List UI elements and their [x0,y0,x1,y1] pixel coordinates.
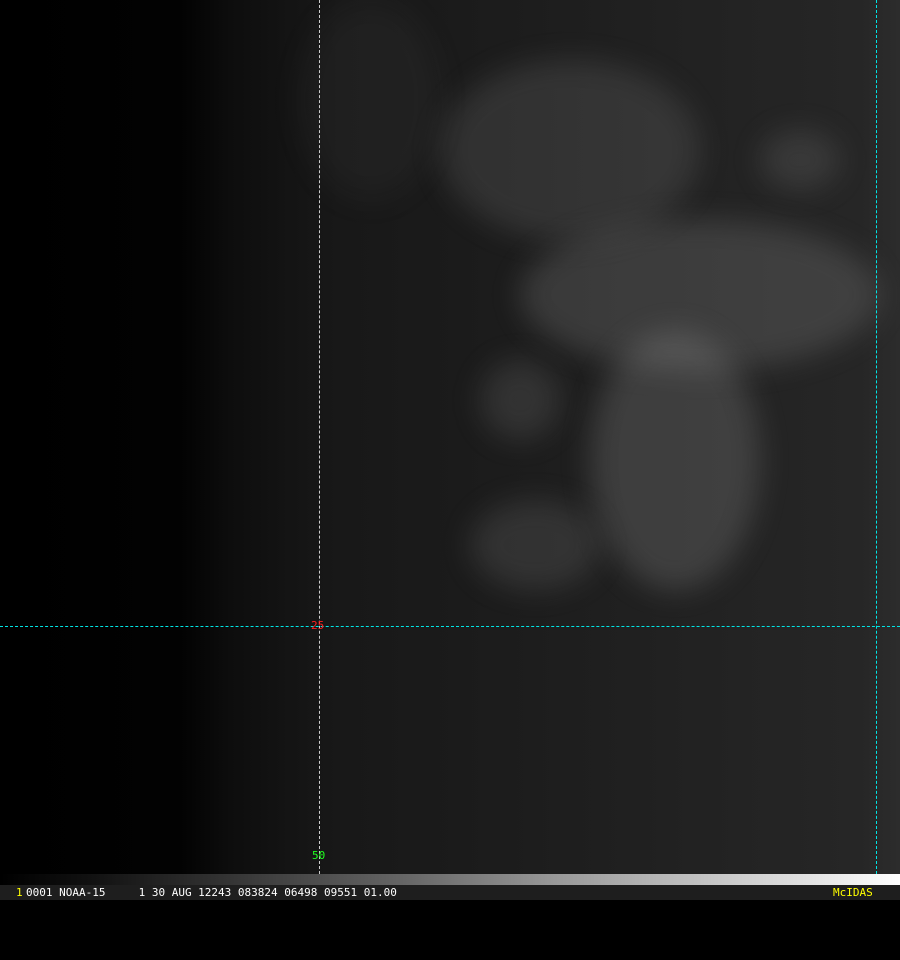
cloud-feature [300,0,440,200]
mcidas-brand: McIDAS [833,886,873,899]
longitude-grid-line [876,0,877,874]
grayscale-color-bar [0,874,900,885]
latitude-label: 25 [311,619,325,632]
image-info-bar: 1 0001 NOAA-15 1 30 AUG 12243 083824 064… [0,885,900,900]
cloud-feature [760,130,840,190]
image-metadata: 0001 NOAA-15 1 30 AUG 12243 083824 06498… [26,886,397,899]
satellite-image-viewer: 25 50 1 0001 NOAA-15 1 30 AUG 12243 0838… [0,0,900,900]
satellite-image [0,0,900,874]
longitude-grid-line [319,0,320,874]
longitude-label: 50 [312,849,326,862]
cloud-feature [590,330,760,590]
frame-number: 1 [16,886,23,899]
cloud-feature [470,500,600,590]
latitude-grid-line [0,626,900,627]
cloud-feature [480,360,560,440]
cloud-feature [440,60,700,240]
